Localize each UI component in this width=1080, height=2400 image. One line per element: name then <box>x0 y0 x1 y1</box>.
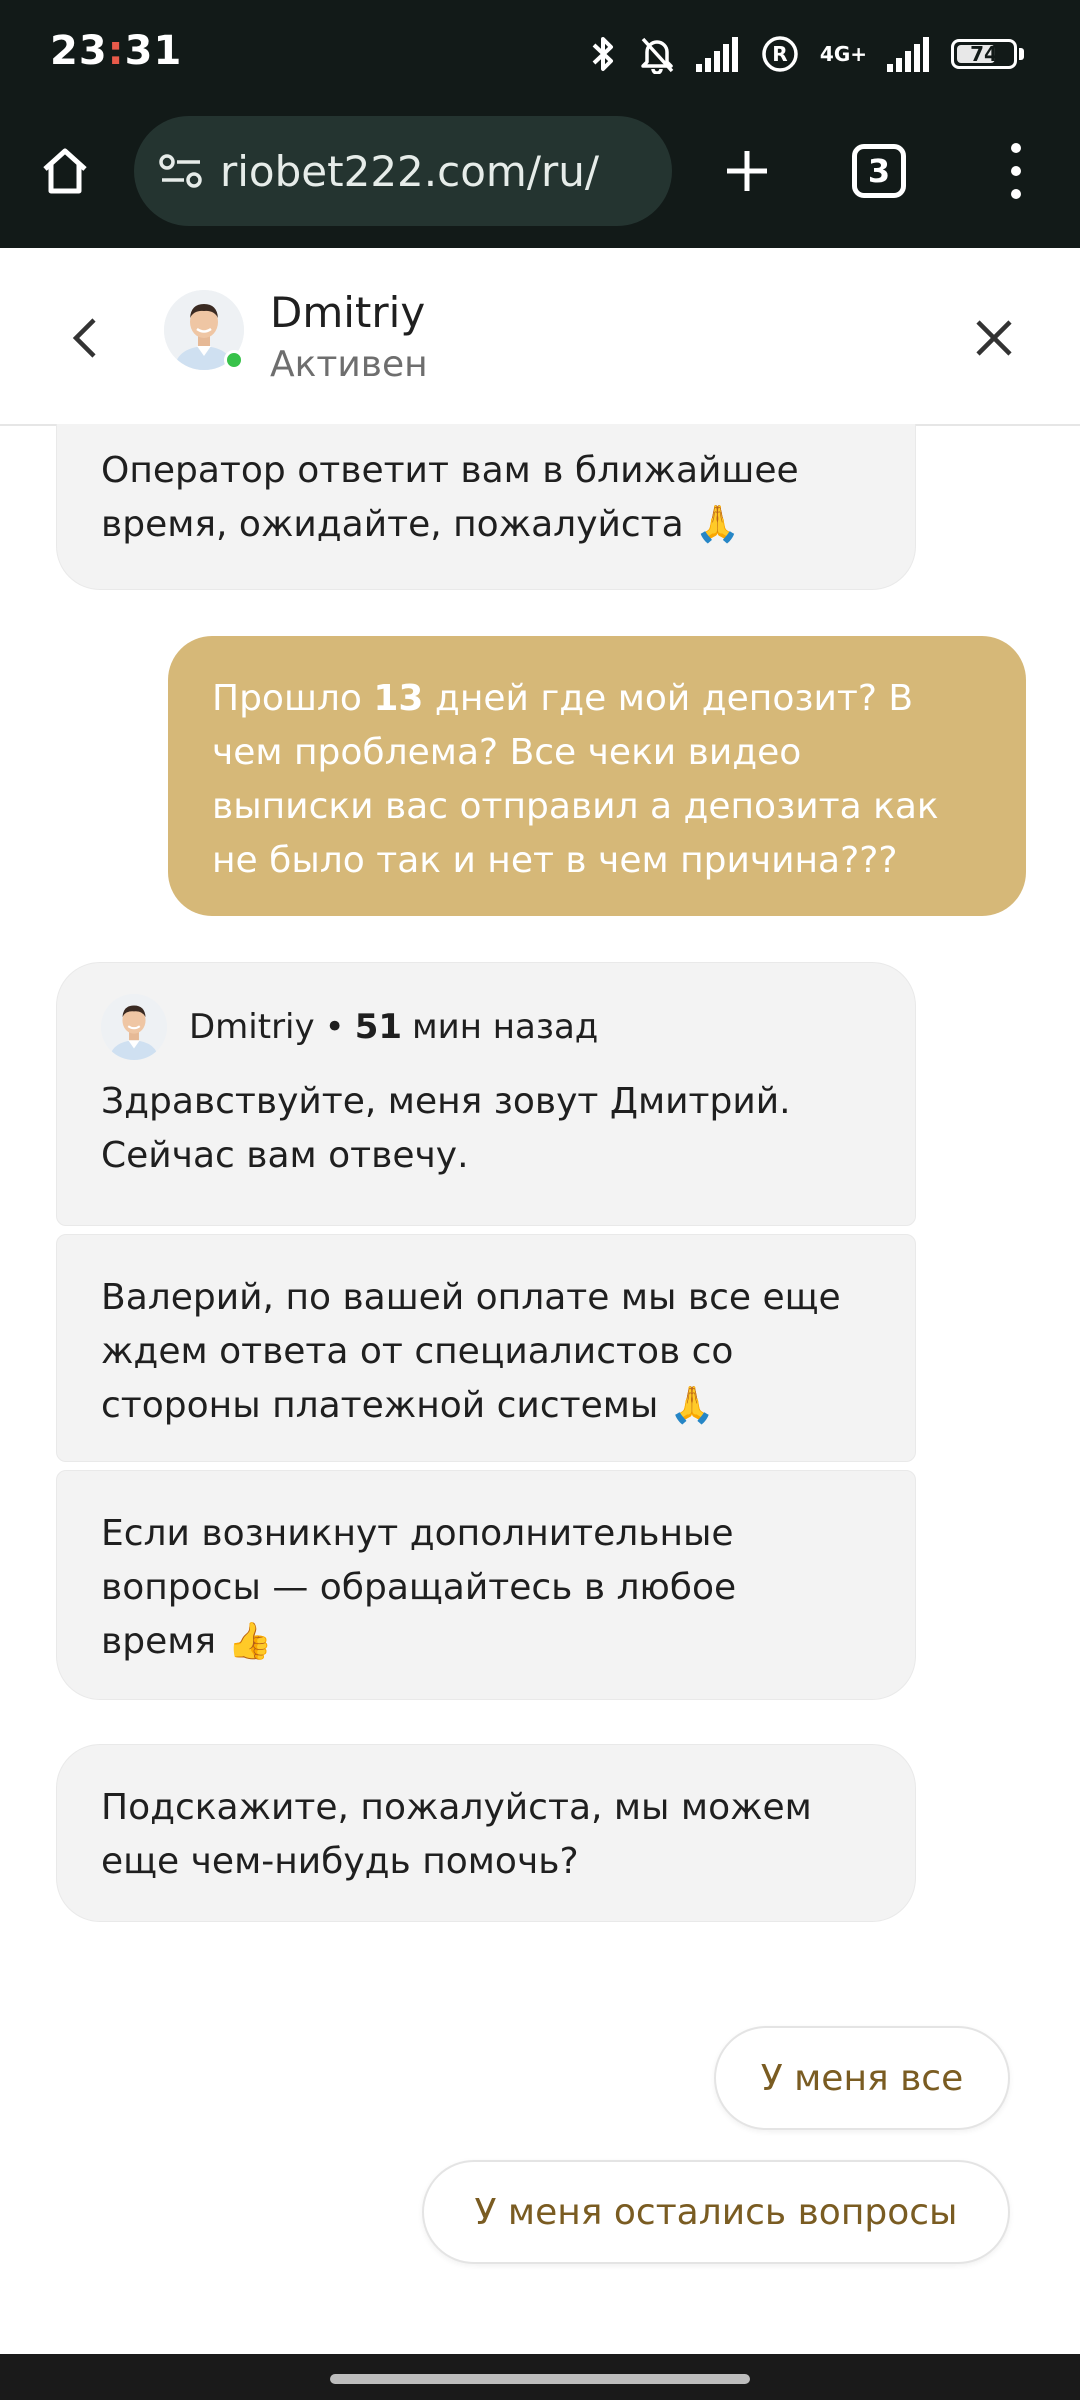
agent-message: Подскажите, пожалуйста, мы можем еще чем… <box>56 1744 916 1922</box>
message-age: 51 <box>354 1007 403 1047</box>
more-icon-dot <box>1011 142 1021 153</box>
battery-level: 74 <box>970 42 998 66</box>
message-line: стороны платежной системы 🙏 <box>101 1385 715 1426</box>
gesture-handle[interactable] <box>330 2374 750 2384</box>
new-tab-button[interactable] <box>712 136 782 206</box>
url-bar[interactable]: riobet222.com/ru/ <box>134 116 672 226</box>
agent-message: Если возникнут дополнительные вопросы — … <box>56 1470 916 1700</box>
status-time: 23:31 <box>50 28 183 74</box>
battery-icon: 74 <box>951 39 1017 69</box>
message-line: Если возникнут дополнительные <box>101 1513 734 1554</box>
agent-status: Активен <box>270 344 428 385</box>
agent-message: Оператор ответит вам в ближайшее время, … <box>56 424 916 590</box>
network-type: 4G+ <box>819 42 867 66</box>
sender-name: Dmitriy <box>189 1007 315 1047</box>
message-line: ждем ответа от специалистов со <box>101 1331 734 1372</box>
agent-name: Dmitriy <box>270 288 426 337</box>
message-age-unit: мин назад <box>412 1007 599 1047</box>
online-status-dot <box>224 350 244 370</box>
meta-separator: • <box>324 1007 345 1047</box>
more-icon-dot <box>1011 189 1021 200</box>
mute-icon <box>641 37 674 74</box>
quick-reply-all-good[interactable]: У меня все <box>714 2026 1010 2130</box>
roaming-icon: R <box>762 36 798 72</box>
back-button[interactable] <box>58 310 114 366</box>
message-line: время, ожидайте, пожалуйста 🙏 <box>101 504 740 545</box>
more-icon-dot <box>1011 165 1021 176</box>
message-line: Здравствуйте, меня зовут Дмитрий. <box>101 1081 791 1122</box>
message-meta: Dmitriy • 51 мин назад <box>101 987 871 1067</box>
battery-tip <box>1019 48 1024 60</box>
chat-header: Dmitriy Активен <box>0 248 1080 426</box>
avatar <box>101 994 167 1060</box>
message-line: Сейчас вам отвечу. <box>101 1135 469 1176</box>
status-icons: R 4G+ 74 <box>588 30 1024 78</box>
plus-icon <box>727 151 767 191</box>
message-line: вопросы — обращайтесь в любое <box>101 1567 737 1608</box>
tabs-button[interactable]: 3 <box>852 144 906 198</box>
tune-icon <box>159 154 202 188</box>
message-line: Оператор ответит вам в ближайшее <box>101 450 799 491</box>
message-line: Подскажите, пожалуйста, мы можем <box>101 1787 812 1828</box>
home-button[interactable] <box>30 136 100 206</box>
message-line: Прошло 13 дней где мой депозит? В <box>212 678 914 719</box>
agent-message: Валерий, по вашей оплате мы все еще ждем… <box>56 1234 916 1462</box>
message-line: еще чем-нибудь помочь? <box>101 1841 579 1882</box>
home-icon <box>43 148 87 194</box>
message-line: чем проблема? Все чеки видео <box>212 732 802 773</box>
bluetooth-icon <box>592 37 613 71</box>
message-line: выписки вас отправил а депозита как <box>212 786 939 827</box>
signal-icon <box>887 37 929 72</box>
close-button[interactable] <box>966 310 1022 366</box>
signal-icon <box>695 37 738 72</box>
message-line: не было так и нет в чем причина??? <box>212 840 898 881</box>
svg-text:R: R <box>772 42 787 66</box>
chevron-left-icon <box>72 318 96 358</box>
close-icon <box>976 320 1012 356</box>
tabs-icon: 3 <box>867 152 891 190</box>
message-line: Валерий, по вашей оплате мы все еще <box>101 1277 841 1318</box>
site-settings-button[interactable] <box>156 146 206 196</box>
url-text[interactable]: riobet222.com/ru/ <box>220 147 599 196</box>
more-button[interactable] <box>996 136 1036 206</box>
agent-message: Dmitriy • 51 мин назад Здравствуйте, мен… <box>56 962 916 1226</box>
quick-reply-have-questions[interactable]: У меня остались вопросы <box>422 2160 1010 2264</box>
user-message: Прошло 13 дней где мой депозит? В чем пр… <box>168 636 1026 916</box>
message-line: время 👍 <box>101 1621 273 1662</box>
